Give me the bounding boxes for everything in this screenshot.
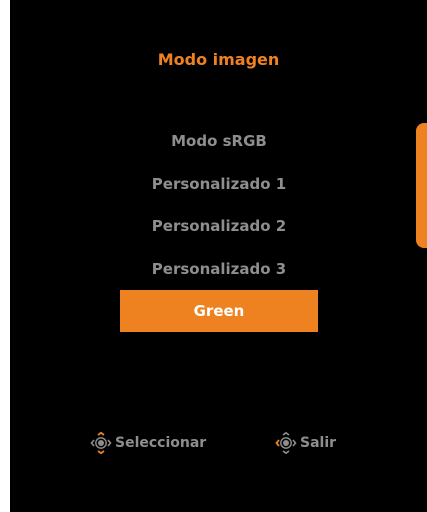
menu-item-modo-srgb[interactable]: Modo sRGB xyxy=(120,120,318,162)
menu-title: Modo imagen xyxy=(157,50,280,69)
joystick-press-icon xyxy=(275,432,300,454)
hint-exit: Salir xyxy=(275,432,336,454)
menu-item-personalizado-2[interactable]: Personalizado 2 xyxy=(120,205,318,247)
menu-item-personalizado-1[interactable]: Personalizado 1 xyxy=(120,163,318,205)
osd-menu-panel: Modo imagen Modo sRGB Personalizado 1 Pe… xyxy=(10,0,427,512)
menu-item-personalizado-3[interactable]: Personalizado 3 xyxy=(120,248,318,290)
hint-select: Seleccionar xyxy=(90,432,206,454)
menu-item-green[interactable]: Green xyxy=(120,290,318,332)
scroll-indicator xyxy=(416,123,427,248)
joystick-updown-icon xyxy=(90,432,115,454)
hint-select-label: Seleccionar xyxy=(115,435,207,451)
hint-exit-label: Salir xyxy=(300,435,337,451)
